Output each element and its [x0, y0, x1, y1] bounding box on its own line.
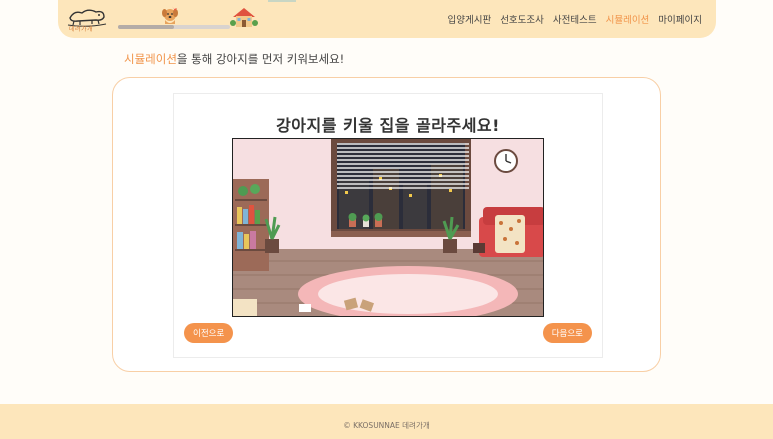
- nav-item-preference-survey[interactable]: 선호도조사: [500, 12, 544, 26]
- prev-button[interactable]: 이전으로: [184, 323, 234, 343]
- nav-tab-indicator: [268, 0, 296, 2]
- dog-progress-icon: [162, 6, 178, 24]
- copyright: © KKOSUNNAE 데려가개: [343, 421, 430, 430]
- house-option-image[interactable]: [232, 138, 544, 317]
- footer: © KKOSUNNAE 데려가개: [0, 404, 773, 439]
- question-title: 강아지를 키울 집을 골라주세요!: [276, 116, 500, 135]
- question-panel: 강아지를 키울 집을 골라주세요! 이전으로 다음으로: [173, 93, 603, 358]
- home-icon: [230, 8, 258, 27]
- nav-item-adoption-board[interactable]: 입양게시판: [447, 12, 491, 26]
- page-subtitle: 시뮬레이션을 통해 강아지를 먼저 키워보세요!: [124, 51, 344, 67]
- next-button[interactable]: 다음으로: [542, 323, 592, 343]
- living-room-illustration: [233, 139, 543, 316]
- nav-item-my-page[interactable]: 마이페이지: [658, 12, 702, 26]
- top-nav: 입양게시판 선호도조사 사전테스트 시뮬레이션 마이페이지: [447, 12, 702, 26]
- nav-item-simulation[interactable]: 시뮬레이션: [606, 12, 650, 26]
- nav-item-pre-test[interactable]: 사전테스트: [553, 12, 597, 26]
- header: 데려가개 입양게시판 선호도조사 사전테스트 시뮬레이션 마이페이지: [58, 0, 716, 38]
- logo-text: 데려가개: [69, 26, 94, 33]
- simulation-card: 강아지를 키울 집을 골라주세요! 이전으로 다음으로: [112, 77, 661, 372]
- subtitle-text: 을 통해 강아지를 먼저 키워보세요!: [176, 52, 345, 66]
- subtitle-highlight: 시뮬레이션: [124, 52, 177, 66]
